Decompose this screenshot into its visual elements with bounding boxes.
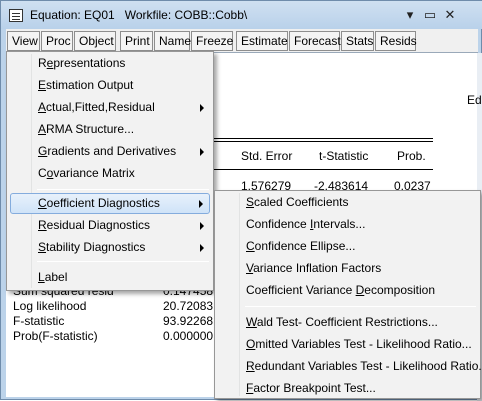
submenu-item-scaled-coefficients[interactable]: Scaled Coefficients (218, 192, 477, 213)
table-rule-header (213, 169, 433, 170)
menu-item-estimation-output[interactable]: Estimation Output (10, 75, 210, 96)
resids-button[interactable]: Resids (375, 31, 417, 51)
coefficient-diagnostics-submenu: Scaled Coefficients Confidence Intervals… (214, 190, 482, 399)
submenu-item-confidence-ellipse[interactable]: Confidence Ellipse... (218, 236, 477, 257)
menu-item-actual-fitted-residual[interactable]: Actual,Fitted,Residual (10, 97, 210, 118)
menu-separator (245, 306, 476, 307)
name-button[interactable]: Name (154, 31, 191, 51)
submenu-arrow-icon (199, 200, 203, 208)
submenu-item-wald-test[interactable]: Wald Test- Coefficient Restrictions... (218, 312, 477, 333)
menu-item-coefficient-diagnostics[interactable]: Coefficient Diagnostics (10, 193, 210, 214)
table-rule-top (213, 138, 433, 139)
stat-value-fstat: 93.92268 (163, 314, 214, 328)
forecast-button[interactable]: Forecast (289, 31, 341, 51)
menu-separator (37, 261, 209, 262)
title-bar[interactable]: Equation: EQ01 Workfile: COBB::Cobb\ ▾ ▭… (1, 1, 482, 29)
submenu-item-confidence-intervals[interactable]: Confidence Intervals... (218, 214, 477, 235)
background-edit-label: Edi (467, 93, 482, 107)
stat-label-loglik: Log likelihood (13, 299, 87, 313)
menu-separator (37, 189, 209, 190)
menu-item-residual-diagnostics[interactable]: Residual Diagnostics (10, 215, 210, 236)
submenu-item-factor-breakpoint-test[interactable]: Factor Breakpoint Test... (218, 378, 477, 399)
menu-item-arma-structure[interactable]: ARMA Structure... (10, 119, 210, 140)
restore-icon[interactable]: ▭ (420, 6, 440, 24)
submenu-arrow-icon (200, 148, 204, 156)
submenu-arrow-icon (200, 104, 204, 112)
submenu-item-variance-inflation-factors[interactable]: Variance Inflation Factors (218, 258, 477, 279)
toolbar: View Proc Object Print Name Freeze Estim… (6, 29, 478, 53)
print-button[interactable]: Print (120, 31, 153, 51)
menu-item-stability-diagnostics[interactable]: Stability Diagnostics (10, 237, 210, 258)
std-error-header: Std. Error (241, 149, 293, 163)
view-menu: Representations Estimation Output Actual… (6, 51, 214, 291)
stat-label-fstat: F-statistic (13, 314, 65, 328)
submenu-arrow-icon (200, 222, 204, 230)
menu-item-representations[interactable]: Representations (10, 53, 210, 74)
submenu-item-redundant-variables-test[interactable]: Redundant Variables Test - Likelihood Ra… (218, 356, 482, 377)
minimize-icon[interactable]: ▾ (400, 6, 420, 24)
stats-button[interactable]: Stats (341, 31, 374, 51)
menu-item-label[interactable]: Label (10, 267, 210, 288)
stat-label-probf: Prob(F-statistic) (13, 329, 98, 343)
menu-item-covariance-matrix[interactable]: Covariance Matrix (10, 163, 210, 184)
t-statistic-header: t-Statistic (319, 149, 369, 163)
window-title: Equation: EQ01 Workfile: COBB::Cobb\ (30, 8, 248, 22)
prob-header: Prob. (397, 149, 426, 163)
equation-window-icon (9, 9, 23, 22)
estimate-button[interactable]: Estimate (236, 31, 288, 51)
submenu-item-omitted-variables-test[interactable]: Omitted Variables Test - Likelihood Rati… (218, 334, 477, 355)
proc-button[interactable]: Proc (41, 31, 73, 51)
close-icon[interactable]: ✕ (440, 6, 460, 24)
submenu-item-coefficient-variance-decomposition[interactable]: Coefficient Variance Decomposition (218, 280, 477, 301)
stat-value-probf: 0.000000 (163, 329, 214, 343)
freeze-button[interactable]: Freeze (191, 31, 233, 51)
stat-value-loglik: 20.72083 (163, 299, 214, 313)
equation-window: Equation: EQ01 Workfile: COBB::Cobb\ ▾ ▭… (0, 0, 482, 401)
table-rule-top-double (213, 141, 433, 142)
object-button[interactable]: Object (74, 31, 116, 51)
submenu-arrow-icon (200, 244, 204, 252)
menu-item-gradients-derivatives[interactable]: Gradients and Derivatives (10, 141, 210, 162)
view-button[interactable]: View (7, 31, 40, 51)
